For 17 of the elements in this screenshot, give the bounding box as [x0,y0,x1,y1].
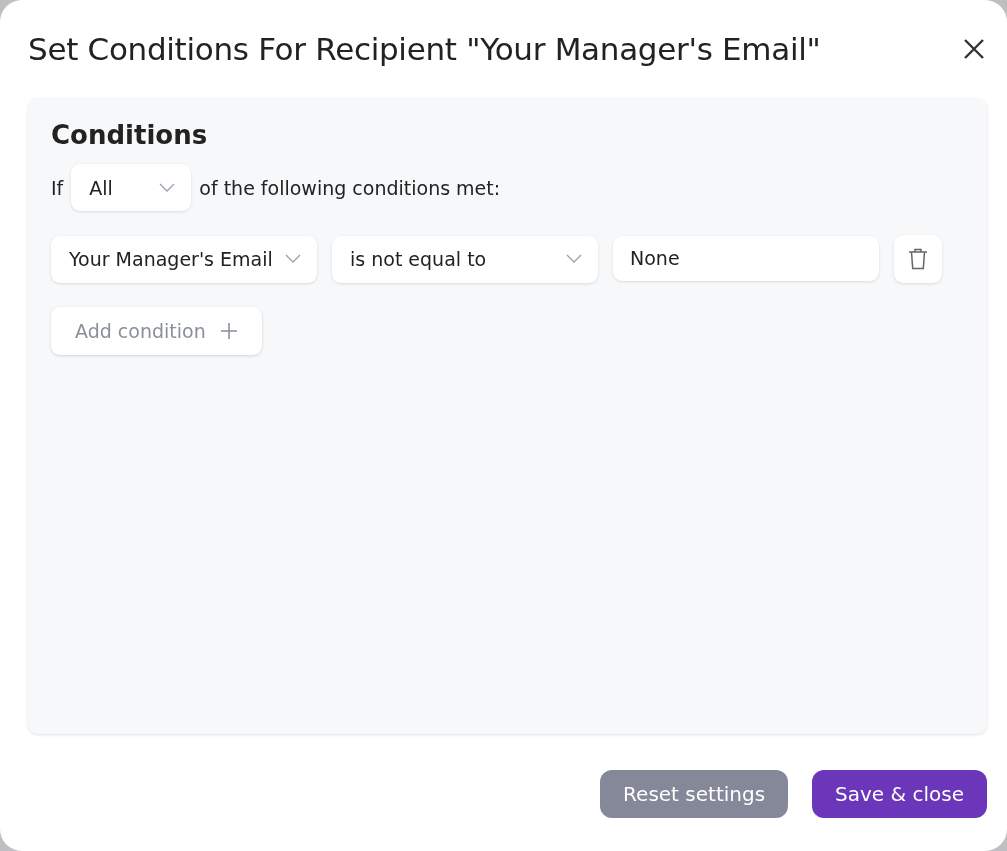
section-heading: Conditions [51,120,208,150]
chevron-down-icon [159,182,176,193]
trash-icon [908,248,928,270]
reset-button[interactable]: Reset settings [600,770,789,818]
close-icon[interactable] [963,38,985,60]
delete-button[interactable] [894,235,942,283]
match-dropdown[interactable]: All [71,164,192,211]
operator-dropdown[interactable]: is not equal to [332,235,598,283]
conditions-label: of the following conditions met: [199,176,501,199]
field-dropdown[interactable]: Your Manager's Email [51,235,317,283]
plus-icon [219,322,238,340]
chevron-down-icon [285,254,301,264]
value-field[interactable]: None [613,235,879,281]
chevron-down-icon [566,254,582,264]
if-label: If [51,176,64,199]
save-button[interactable]: Save & close [812,770,987,818]
dialog-title: Set Conditions For Recipient "Your Manager's Email" [28,31,821,67]
